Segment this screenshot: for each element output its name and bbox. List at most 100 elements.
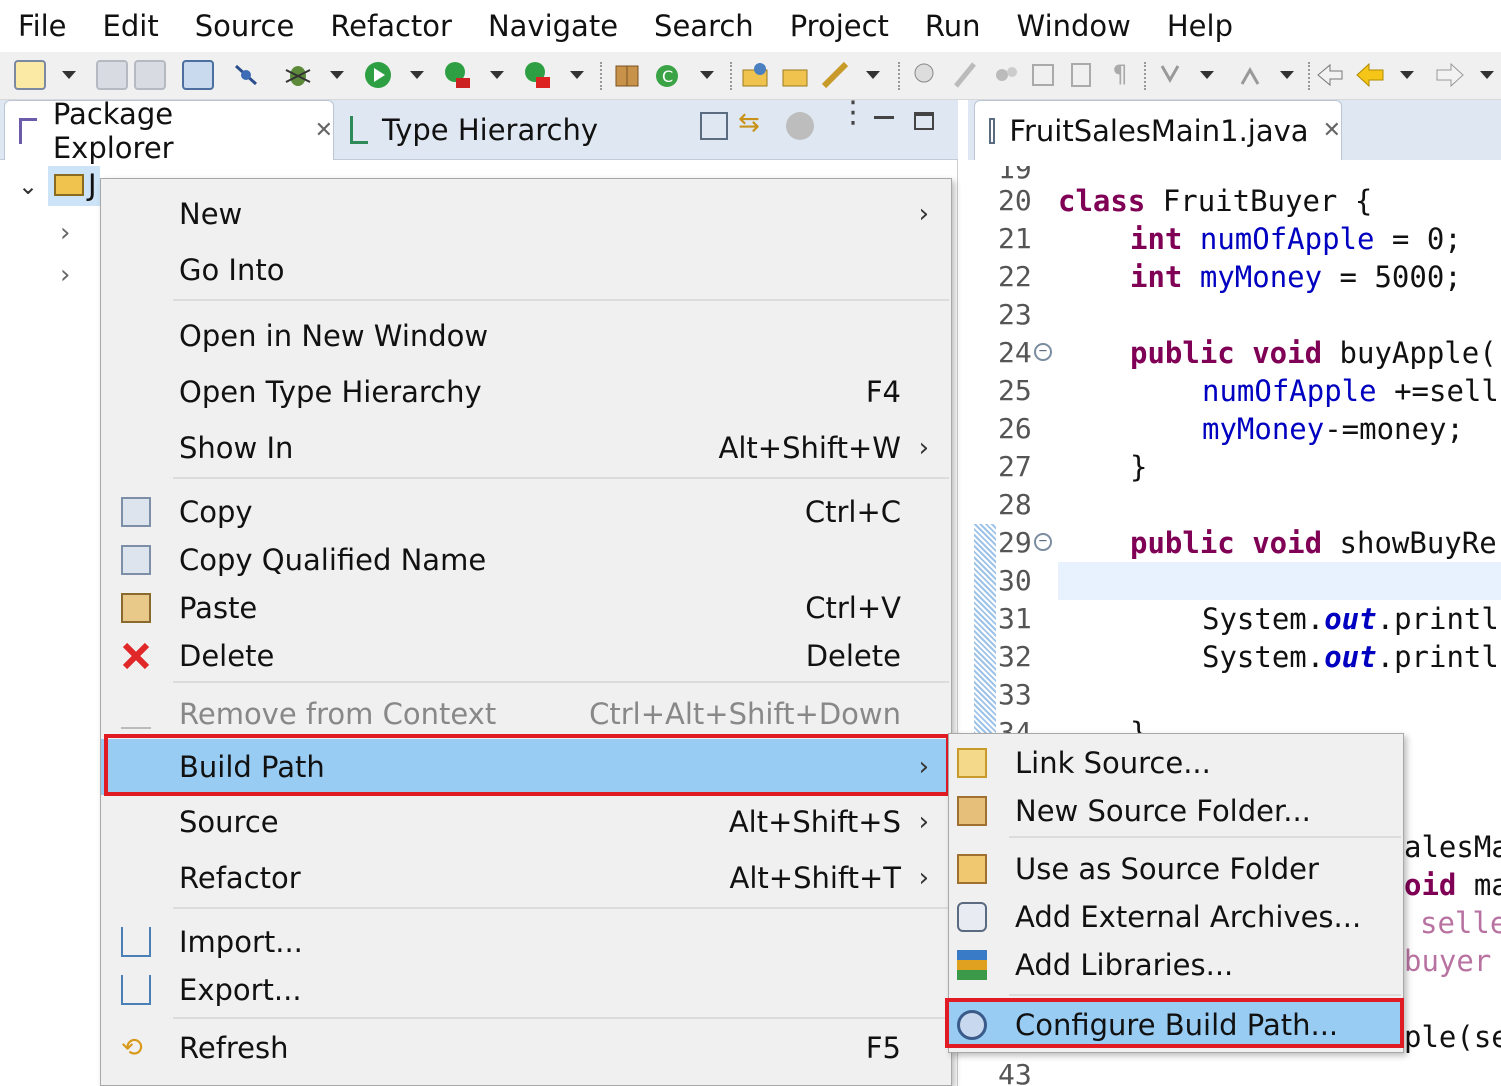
coverage-dropdown-icon[interactable] [490,71,504,79]
save-icon[interactable] [96,60,128,90]
back-icon[interactable] [1354,60,1386,90]
tab-label: Type Hierarchy [382,113,598,147]
menu-item-delete[interactable]: Delete Delete [101,633,951,679]
pilcrow-icon[interactable]: ¶ [1104,60,1136,90]
menu-item-use-as-source-folder[interactable]: Use as Source Folder [949,846,1403,892]
skip-breakpoints-icon[interactable] [230,60,262,90]
forward-dropdown-icon[interactable] [1480,71,1494,79]
link-with-editor-icon[interactable]: ⇆ [738,108,760,138]
previous-annotation-dropdown-icon[interactable] [1280,71,1294,79]
next-annotation-icon[interactable] [1154,60,1186,90]
menu-item-copy-qualified-name[interactable]: Copy Qualified Name [101,537,951,583]
word-wrap-icon[interactable] [1066,60,1098,90]
menu-source[interactable]: Source [195,0,295,52]
keyword: int [1130,222,1183,256]
terminal-icon[interactable] [182,60,214,90]
menu-project[interactable]: Project [790,0,889,52]
menu-item-add-external-archives[interactable]: Add External Archives... [949,894,1403,940]
menu-item-source[interactable]: Source Alt+Shift+S › [101,799,951,845]
open-type-icon[interactable] [740,60,772,90]
next-annotation-dropdown-icon[interactable] [1200,71,1214,79]
external-tools-dropdown-icon[interactable] [570,71,584,79]
mark-occurrences-icon[interactable] [950,60,982,90]
close-icon[interactable]: ✕ [315,118,333,143]
focus-on-active-task-icon[interactable] [786,112,814,140]
new-java-class-icon[interactable]: C [652,60,684,90]
menu-item-label: Refactor [179,861,301,895]
line-number: 32 [998,640,1032,673]
import-icon [121,927,151,957]
tab-fruitsalesmain1[interactable]: FruitSalesMain1.java ✕ [974,100,1342,160]
menu-item-copy[interactable]: Copy Ctrl+C [101,489,951,535]
new-class-dropdown-icon[interactable] [700,71,714,79]
menu-item-open-in-new-window[interactable]: Open in New Window [101,313,951,359]
toolbar-separator [730,62,732,90]
search-tool-icon[interactable] [820,60,852,90]
run-icon[interactable] [362,60,394,90]
menu-run[interactable]: Run [925,0,981,52]
toggle-breadcrumb-icon[interactable] [910,60,942,90]
menu-item-new-source-folder[interactable]: New Source Folder... [949,788,1403,834]
tab-type-hierarchy[interactable]: Type Hierarchy [336,100,696,160]
tab-package-explorer[interactable]: Package Explorer ✕ [4,97,334,165]
menu-item-accelerator: Ctrl+Alt+Shift+Down [589,697,901,731]
left-view-tabbar: Package Explorer ✕ Type Hierarchy ⇆ ⋮ [0,97,958,165]
menu-help[interactable]: Help [1167,0,1233,52]
back-dropdown-icon[interactable] [1400,71,1414,79]
tree-expand-icon[interactable]: ⌄ [18,172,38,200]
open-task-icon[interactable] [780,60,812,90]
menu-separator [173,299,949,301]
menu-item-link-source[interactable]: Link Source... [949,740,1403,786]
view-menu-icon[interactable]: ⋮ [838,98,868,128]
menu-item-new[interactable]: New › [101,191,951,237]
fold-collapse-icon[interactable]: − [1034,343,1052,361]
menu-search[interactable]: Search [654,0,754,52]
menu-item-show-in[interactable]: Show In Alt+Shift+W › [101,425,951,471]
menu-item-open-type-hierarchy[interactable]: Open Type Hierarchy F4 [101,369,951,415]
copy-qualified-name-icon [121,545,151,575]
menu-item-accelerator: Ctrl+C [804,495,901,529]
menu-window[interactable]: Window [1017,0,1131,52]
fold-collapse-icon[interactable]: − [1034,533,1052,551]
new-wizard-icon[interactable] [14,60,46,90]
maximize-icon[interactable] [914,112,934,130]
last-edit-location-icon[interactable] [1314,60,1346,90]
menu-file[interactable]: File [18,0,67,52]
menu-refactor[interactable]: Refactor [330,0,452,52]
external-tools-icon[interactable] [522,60,554,90]
menu-item-import[interactable]: Import... [101,919,951,965]
new-java-package-icon[interactable] [612,60,644,90]
coverage-icon[interactable] [442,60,474,90]
run-dropdown-icon[interactable] [410,71,424,79]
search-dropdown-icon[interactable] [866,71,880,79]
package-explorer-icon [19,117,37,144]
tree-collapsed-icon[interactable]: › [60,218,70,248]
configure-build-path-highlight-box [945,998,1404,1048]
code-line: int myMoney = 5000; [1130,260,1462,294]
tree-project-row[interactable]: J [48,166,100,206]
previous-annotation-icon[interactable] [1234,60,1266,90]
line-number: 43 [998,1058,1032,1086]
menu-item-go-into[interactable]: Go Into [101,247,951,293]
menu-item-refactor[interactable]: Refactor Alt+Shift+T › [101,855,951,901]
save-all-icon[interactable] [134,60,166,90]
menu-navigate[interactable]: Navigate [488,0,618,52]
debug-icon[interactable] [282,60,314,90]
toggle-block-selection-icon[interactable] [990,60,1022,90]
line-number: 27 [998,450,1032,483]
new-dropdown-icon[interactable] [62,71,76,79]
menu-edit[interactable]: Edit [103,0,159,52]
link-source-icon [957,748,987,778]
debug-dropdown-icon[interactable] [330,71,344,79]
close-icon[interactable]: ✕ [1323,118,1341,143]
field: numOfApple [1199,222,1375,256]
menu-item-paste[interactable]: Paste Ctrl+V [101,585,951,631]
minimize-icon[interactable] [874,116,894,119]
menu-item-add-libraries[interactable]: Add Libraries... [949,942,1403,988]
forward-icon[interactable] [1434,60,1466,90]
show-whitespace-icon[interactable] [1028,60,1060,90]
menu-item-refresh[interactable]: ⟲ Refresh F5 [101,1025,951,1071]
tree-collapsed-icon[interactable]: › [60,260,70,290]
menu-item-export[interactable]: Export... [101,967,951,1013]
collapse-all-icon[interactable] [700,112,728,140]
